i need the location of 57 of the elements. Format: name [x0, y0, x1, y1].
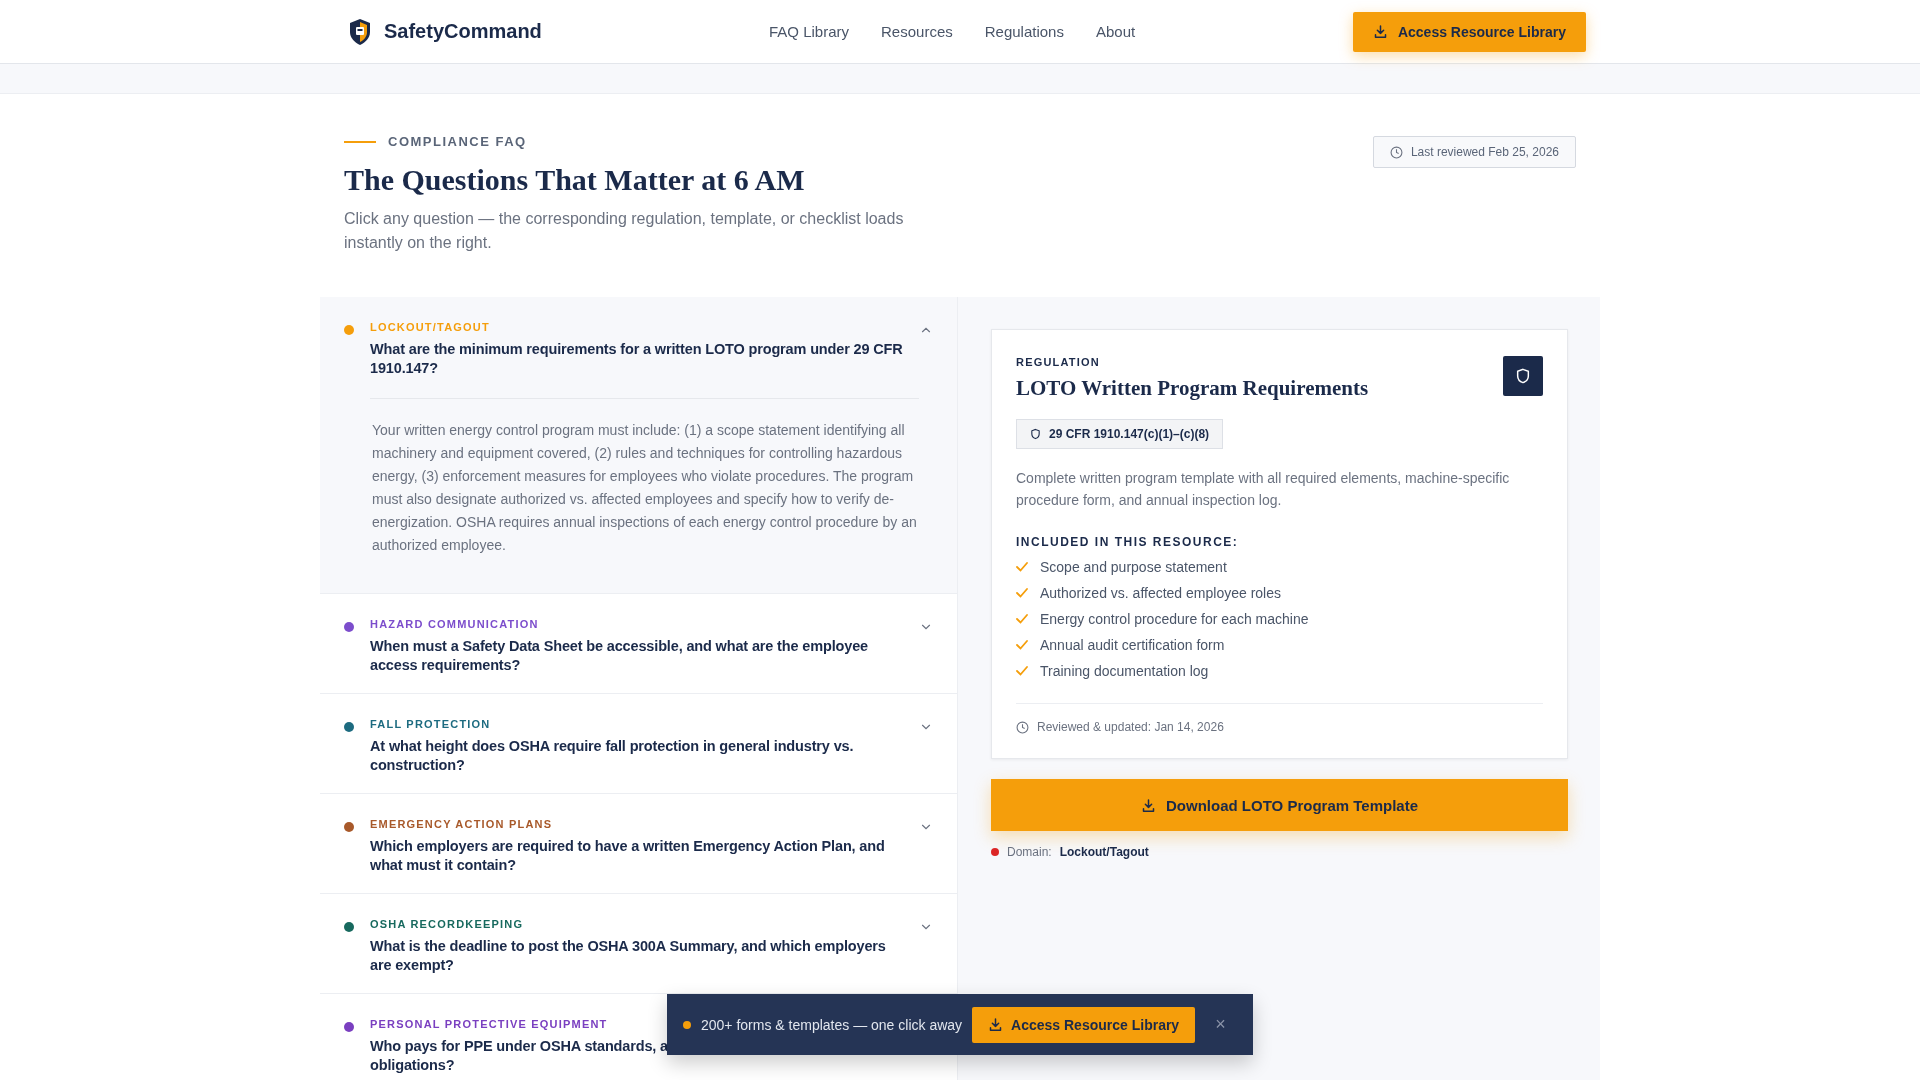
download-icon	[1372, 24, 1388, 39]
faq-answer: Your written energy control program must include: (1) a scope statement identifying all machinery and equipment covered, (2) rules and techniques for controlling hazardous energy, (3) enforcement measures for employees who violate procedures. The program must also designate authorized vs. affected employees and specify how to verify de-energization. OSHA requires annual inspections of each energy control procedure by an authorized employee.	[370, 398, 919, 557]
citation-text: 29 CFR 1910.147(c)(1)–(c)(8)	[1049, 427, 1210, 441]
reviewed-date: Reviewed & updated: Jan 14, 2026	[1037, 720, 1224, 734]
shield-badge	[1503, 356, 1543, 396]
category-label: HAZARD COMMUNICATION	[370, 618, 539, 630]
page-title: The Questions That Matter at 6 AM	[344, 163, 806, 197]
included-heading: INCLUDED IN THIS RESOURCE:	[1016, 535, 1240, 549]
nav-link[interactable]: Regulations	[984, 23, 1064, 40]
download-template-button[interactable]: Download LOTO Program Template	[991, 779, 1568, 831]
toast-text: 200+ forms & templates — one click away	[701, 1016, 963, 1033]
faq-question: What is the deadline to post the OSHA 300A Summary, and which employers are exempt?	[370, 937, 887, 975]
access-library-button[interactable]: Access Resource Library	[1352, 11, 1586, 52]
shield-logo-icon	[348, 17, 372, 46]
domain-label: Domain:	[1007, 845, 1052, 859]
included-item: Training documentation log	[1040, 663, 1209, 679]
download-icon	[1141, 797, 1156, 813]
category-label: FALL PROTECTION	[370, 718, 491, 730]
check-icon	[1016, 640, 1028, 650]
section-eyebrow: COMPLIANCE FAQ	[388, 134, 527, 149]
faq-question: Which employers are required to have a written Emergency Action Plan, and what must it contain?	[370, 837, 886, 875]
close-button[interactable]: ×	[1209, 1014, 1232, 1035]
brand-name: SafetyCommand	[384, 20, 542, 43]
faq-question: Who pays for PPE under OSHA standards, a	[370, 1037, 669, 1056]
included-item: Scope and purpose statement	[1040, 559, 1227, 575]
category-label: OSHA RECORDKEEPING	[370, 918, 524, 930]
toast-dot	[683, 1020, 691, 1029]
domain-dot	[991, 848, 999, 856]
faq-question: When must a Safety Data Sheet be accessible, and what are the employee access requirements?	[370, 637, 869, 675]
included-item: Energy control procedure for each machine	[1040, 611, 1309, 627]
last-reviewed-text: Last reviewed Feb 25, 2026	[1410, 145, 1559, 159]
category-label: LOCKOUT/TAGOUT	[370, 321, 490, 333]
faq-question: obligations?	[370, 1056, 455, 1075]
check-icon	[1016, 614, 1028, 624]
category-label: PERSONAL PROTECTIVE EQUIPMENT	[370, 1018, 608, 1030]
clock-icon	[1016, 720, 1029, 734]
resource-description: Complete written program template with all required elements, machine-specific procedure form, and annual inspection log.	[1016, 469, 1511, 510]
clock-icon	[1389, 145, 1403, 159]
faq-question: What are the minimum requirements for a written LOTO program under 29 CFR 1910.147?	[370, 340, 904, 378]
shield-icon	[1030, 428, 1041, 440]
download-icon	[988, 1017, 1004, 1032]
faq-question: At what height does OSHA require fall protection in general industry vs. construction?	[370, 737, 855, 775]
resource-type: REGULATION	[1016, 356, 1101, 368]
nav-link[interactable]: About	[1095, 23, 1136, 40]
faq-item[interactable]	[320, 297, 957, 594]
included-item: Authorized vs. affected employee roles	[1040, 585, 1281, 601]
nav-link[interactable]: Resources	[881, 23, 953, 40]
check-icon	[1016, 588, 1028, 598]
nav-link[interactable]: FAQ Library	[769, 23, 850, 40]
page-subtitle: Click any question — the corresponding regulation, template, or checklist loads instantly on the right.	[344, 209, 905, 253]
check-icon	[1016, 666, 1028, 676]
check-icon	[1016, 562, 1028, 572]
category-label: EMERGENCY ACTION PLANS	[370, 818, 553, 830]
included-item: Annual audit certification form	[1040, 637, 1225, 653]
resource-title: LOTO Written Program Requirements	[1016, 376, 1369, 401]
domain-value: Lockout/Tagout	[1059, 845, 1149, 859]
access-library-button[interactable]: Access Resource Library	[972, 1006, 1196, 1043]
